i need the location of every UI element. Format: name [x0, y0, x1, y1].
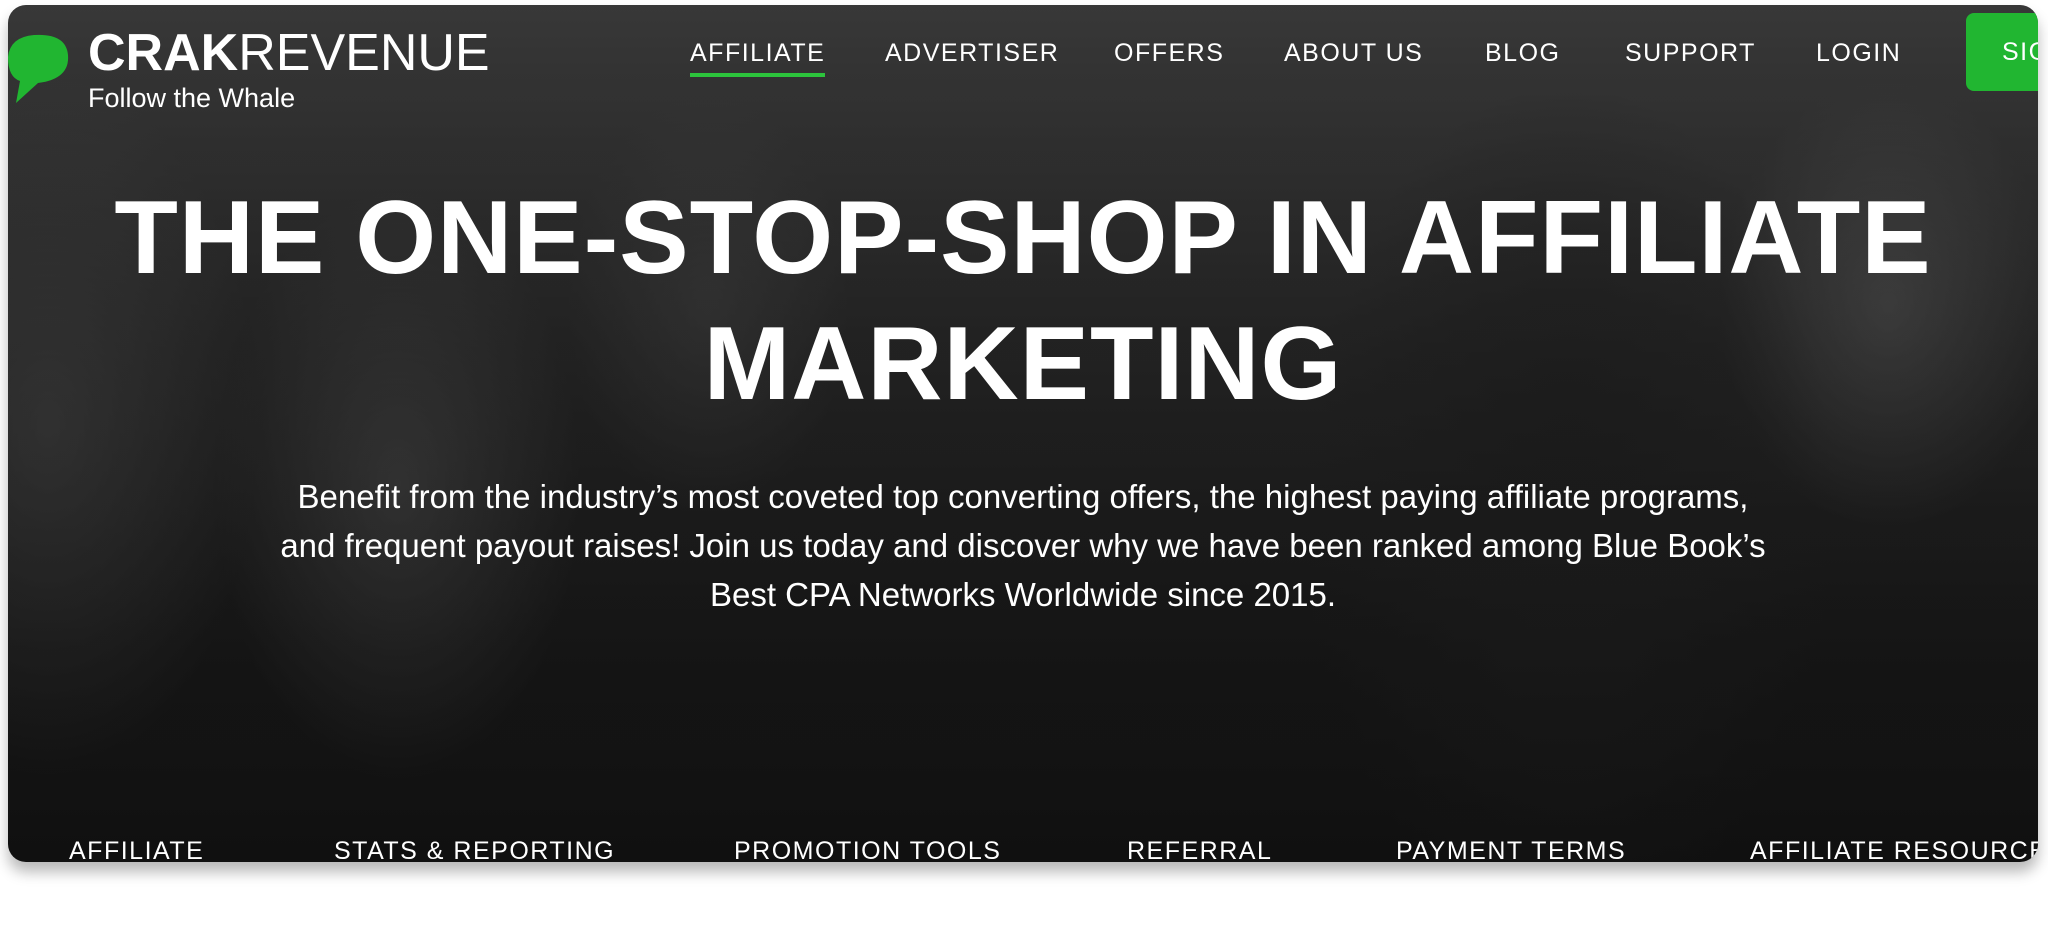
nav-item-about-us[interactable]: ABOUT US [1284, 35, 1423, 71]
nav-item-offers[interactable]: OFFERS [1114, 35, 1224, 71]
nav-item-affiliate[interactable]: AFFILIATE [690, 35, 826, 77]
hero-title-line-2: MARKETING [703, 306, 1343, 422]
main-nav: AFFILIATE ADVERTISER OFFERS ABOUT US BLO… [8, 35, 2038, 85]
hero-description-line-1: Benefit from the industry’s most coveted… [297, 478, 1749, 515]
hero-section: CRAKREVENUE Follow the Whale AFFILIATE A… [8, 5, 2038, 862]
subnav-item-affiliate[interactable]: AFFILIATE [69, 837, 204, 862]
hero-description-line-3: Best CPA Networks Worldwide since 2015. [709, 576, 1337, 613]
hero-title: THE ONE-STOP-SHOP IN AFFILIATE MARKETING [8, 175, 2038, 427]
nav-item-login[interactable]: LOGIN [1816, 35, 1901, 71]
subnav-item-payment-terms[interactable]: PAYMENT TERMS [1396, 837, 1626, 862]
hero-description-line-2: and frequent payout raises! Join us toda… [280, 527, 1766, 564]
signup-button[interactable]: SIG [1966, 13, 2038, 91]
nav-item-advertiser[interactable]: ADVERTISER [885, 35, 1059, 71]
affiliate-subnav: AFFILIATE STATS & REPORTING PROMOTION TO… [8, 837, 2038, 862]
subnav-item-affiliate-resources[interactable]: AFFILIATE RESOURCES [1750, 837, 2038, 862]
nav-item-blog[interactable]: BLOG [1485, 35, 1560, 71]
subnav-item-referral[interactable]: REFERRAL [1127, 837, 1272, 862]
hero-title-line-1: THE ONE-STOP-SHOP IN AFFILIATE [114, 180, 1932, 296]
subnav-item-promotion-tools[interactable]: PROMOTION TOOLS [734, 837, 1001, 862]
subnav-item-stats-reporting[interactable]: STATS & REPORTING [334, 837, 615, 862]
nav-item-support[interactable]: SUPPORT [1625, 35, 1756, 71]
hero-description: Benefit from the industry’s most coveted… [8, 472, 2038, 619]
brand-tagline: Follow the Whale [88, 83, 296, 113]
hero-background-photo [8, 5, 2038, 862]
